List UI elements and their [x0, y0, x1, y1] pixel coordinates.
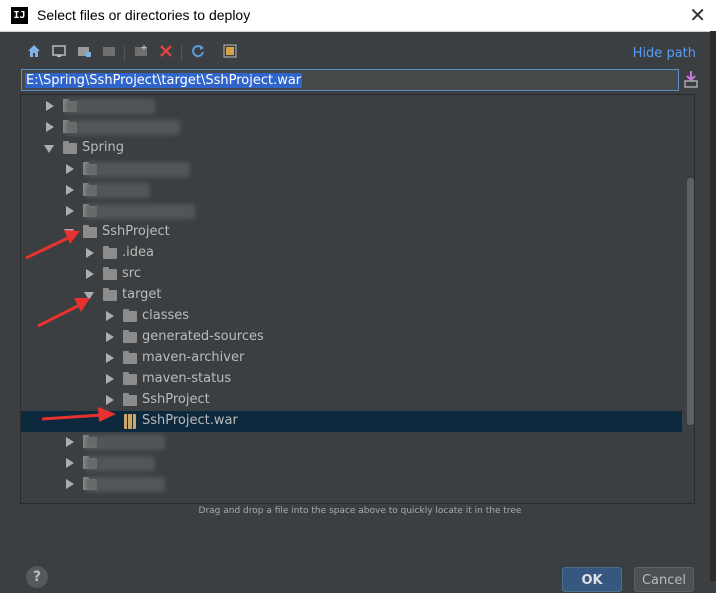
toolbar-separator: [181, 45, 182, 61]
path-input[interactable]: E:\Spring\SshProject\target\SshProject.w…: [21, 69, 679, 91]
project-folder-icon[interactable]: [75, 44, 93, 62]
home-icon[interactable]: [25, 44, 43, 62]
tree-row[interactable]: [21, 96, 682, 117]
tree-row[interactable]: [21, 117, 682, 138]
redacted-label: [85, 204, 195, 219]
dialog-body: Hide path E:\Spring\SshProject\target\Ss…: [2, 32, 710, 592]
tree-row[interactable]: [21, 432, 682, 453]
chevron-right-icon[interactable]: [64, 185, 74, 195]
ok-button[interactable]: OK: [562, 567, 622, 592]
tree-item-label: maven-status: [142, 371, 232, 386]
tree-row[interactable]: maven-status: [21, 369, 682, 390]
redacted-label: [85, 477, 165, 492]
chevron-right-icon[interactable]: [64, 479, 74, 489]
redacted-label: [85, 456, 155, 471]
annotation-arrow-icon: [41, 407, 116, 422]
chevron-right-icon[interactable]: [104, 311, 114, 321]
folder-icon: [123, 372, 137, 385]
folder-icon: [123, 330, 137, 343]
tree-item-label: target: [122, 287, 162, 302]
tree-item-label: generated-sources: [142, 329, 264, 344]
intellij-logo-icon: IJ: [11, 7, 28, 24]
tree-row[interactable]: classes: [21, 306, 682, 327]
tree-item-label: src: [122, 266, 141, 281]
tree-row[interactable]: [21, 159, 682, 180]
folder-icon: [103, 267, 117, 280]
folder-icon: [123, 393, 137, 406]
redacted-label: [65, 120, 180, 135]
chevron-right-icon[interactable]: [64, 458, 74, 468]
annotation-arrow-icon: [25, 230, 80, 260]
tree-row[interactable]: [21, 201, 682, 222]
chevron-right-icon[interactable]: [104, 395, 114, 405]
redacted-label: [65, 99, 155, 114]
file-tree[interactable]: Spring SshProject .idea src target classes gen…: [20, 94, 695, 504]
chevron-right-icon[interactable]: [104, 374, 114, 384]
redacted-label: [85, 435, 165, 450]
dialog-title: Select files or directories to deploy: [37, 7, 251, 23]
chevron-right-icon[interactable]: [64, 437, 74, 447]
path-input-value: E:\Spring\SshProject\target\SshProject.w…: [25, 73, 303, 88]
tree-row[interactable]: [21, 180, 682, 201]
chevron-down-icon[interactable]: [44, 143, 54, 153]
tree-row[interactable]: SshProject.war: [21, 411, 682, 432]
chevron-right-icon[interactable]: [64, 206, 74, 216]
cancel-button[interactable]: Cancel: [634, 567, 694, 592]
redacted-label: [85, 183, 150, 198]
refresh-icon[interactable]: [189, 44, 207, 62]
folder-icon: [123, 351, 137, 364]
tree-row[interactable]: maven-archiver: [21, 348, 682, 369]
hide-path-link[interactable]: Hide path: [633, 46, 696, 61]
tree-scrollbar[interactable]: [687, 178, 694, 425]
tree-row[interactable]: src: [21, 264, 682, 285]
folder-icon: [103, 288, 117, 301]
chevron-right-icon[interactable]: [64, 164, 74, 174]
title-bar: IJ Select files or directories to deploy…: [0, 0, 716, 32]
window-edge: [710, 31, 716, 581]
tree-row[interactable]: [21, 453, 682, 474]
chevron-right-icon[interactable]: [104, 332, 114, 342]
module-folder-icon[interactable]: [100, 44, 118, 62]
tree-item-label: SshProject: [142, 392, 210, 407]
chevron-right-icon[interactable]: [44, 122, 54, 132]
tree-row[interactable]: SshProject: [21, 222, 682, 243]
chevron-right-icon[interactable]: [44, 101, 54, 111]
path-history-icon[interactable]: [684, 70, 698, 88]
chevron-right-icon[interactable]: [84, 269, 94, 279]
new-folder-icon[interactable]: [132, 44, 150, 62]
toolbar-separator: [124, 45, 125, 61]
annotation-arrow-icon: [37, 298, 90, 328]
delete-icon[interactable]: [157, 44, 175, 62]
tree-row[interactable]: [21, 474, 682, 495]
tree-row[interactable]: .idea: [21, 243, 682, 264]
tree-item-label: maven-archiver: [142, 350, 245, 365]
tree-item-label: SshProject.war: [142, 413, 238, 428]
tree-row[interactable]: Spring: [21, 138, 682, 159]
tree-item-label: .idea: [122, 245, 154, 260]
desktop-icon[interactable]: [50, 44, 68, 62]
folder-icon: [123, 309, 137, 322]
chevron-right-icon[interactable]: [84, 248, 94, 258]
drag-drop-hint: Drag and drop a file into the space abov…: [198, 506, 522, 516]
tree-item-label: Spring: [82, 140, 124, 155]
tree-item-label: SshProject: [102, 224, 170, 239]
folder-icon: [103, 246, 117, 259]
archive-file-icon: [124, 414, 136, 429]
redacted-label: [85, 162, 190, 177]
chevron-right-icon[interactable]: [104, 353, 114, 363]
folder-icon: [83, 225, 97, 238]
close-icon[interactable]: ✕: [689, 3, 706, 27]
tree-item-label: classes: [142, 308, 190, 323]
show-hidden-icon[interactable]: [221, 44, 239, 62]
tree-row[interactable]: target: [21, 285, 682, 306]
tree-row[interactable]: SshProject: [21, 390, 682, 411]
help-button[interactable]: ?: [26, 566, 48, 588]
folder-icon: [63, 141, 77, 154]
tree-row[interactable]: generated-sources: [21, 327, 682, 348]
